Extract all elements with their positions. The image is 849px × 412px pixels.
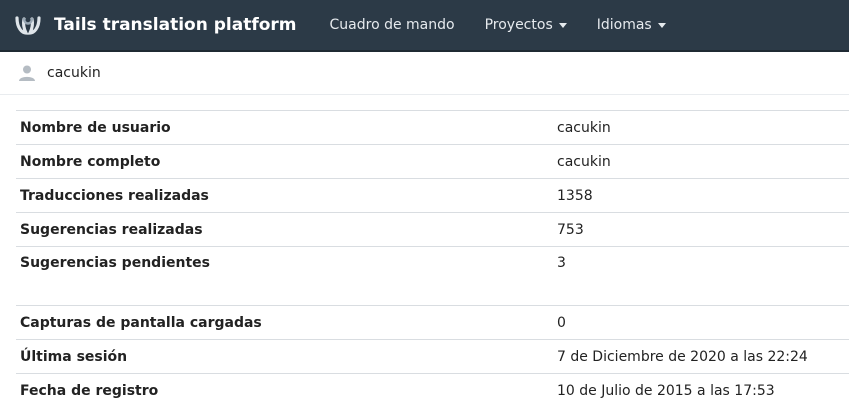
row-value: 1358 <box>553 178 849 213</box>
table-row: Última sesión 7 de Diciembre de 2020 a l… <box>16 339 849 374</box>
nav-languages-dropdown[interactable]: Idiomas <box>582 0 681 50</box>
brand-link[interactable]: Tails translation platform <box>0 0 315 50</box>
row-value: 753 <box>553 212 849 247</box>
row-label: Nombre completo <box>16 144 553 179</box>
row-label: Nombre de usuario <box>16 110 553 145</box>
brand-title: Tails translation platform <box>54 15 297 35</box>
top-navbar: Tails translation platform Cuadro de man… <box>0 0 849 52</box>
table-row: Nombre completo cacukin <box>16 144 849 179</box>
row-label: Última sesión <box>16 339 553 374</box>
row-label: Traducciones realizadas <box>16 178 553 213</box>
table-row: Sugerencias realizadas 753 <box>16 212 849 247</box>
row-label: Sugerencias realizadas <box>16 212 553 247</box>
row-value: 3 <box>553 246 849 306</box>
user-icon <box>18 64 36 82</box>
table-row: Traducciones realizadas 1358 <box>16 178 849 213</box>
row-value: 7 de Diciembre de 2020 a las 22:24 <box>553 339 849 374</box>
user-breadcrumb: cacukin <box>0 52 849 95</box>
user-info-table: Nombre de usuario cacukin Nombre complet… <box>16 110 849 407</box>
nav-projects-label: Proyectos <box>484 17 553 33</box>
row-label: Capturas de pantalla cargadas <box>16 305 553 340</box>
nav-languages-label: Idiomas <box>596 17 652 33</box>
row-label: Fecha de registro <box>16 373 553 407</box>
weblate-logo-icon <box>14 13 42 37</box>
table-row: Sugerencias pendientes 3 <box>16 246 849 306</box>
row-value: cacukin <box>553 144 849 179</box>
table-row: Fecha de registro 10 de Julio de 2015 a … <box>16 373 849 407</box>
row-label: Sugerencias pendientes <box>16 246 553 306</box>
caret-down-icon <box>657 22 666 28</box>
username-heading[interactable]: cacukin <box>47 65 101 81</box>
table-row: Capturas de pantalla cargadas 0 <box>16 305 849 340</box>
nav-projects-dropdown[interactable]: Proyectos <box>470 0 582 50</box>
row-value: 0 <box>553 305 849 340</box>
table-row: Nombre de usuario cacukin <box>16 110 849 145</box>
nav-dashboard[interactable]: Cuadro de mando <box>315 0 470 50</box>
caret-down-icon <box>558 22 567 28</box>
row-value: 10 de Julio de 2015 a las 17:53 <box>553 373 849 407</box>
row-value: cacukin <box>553 110 849 145</box>
